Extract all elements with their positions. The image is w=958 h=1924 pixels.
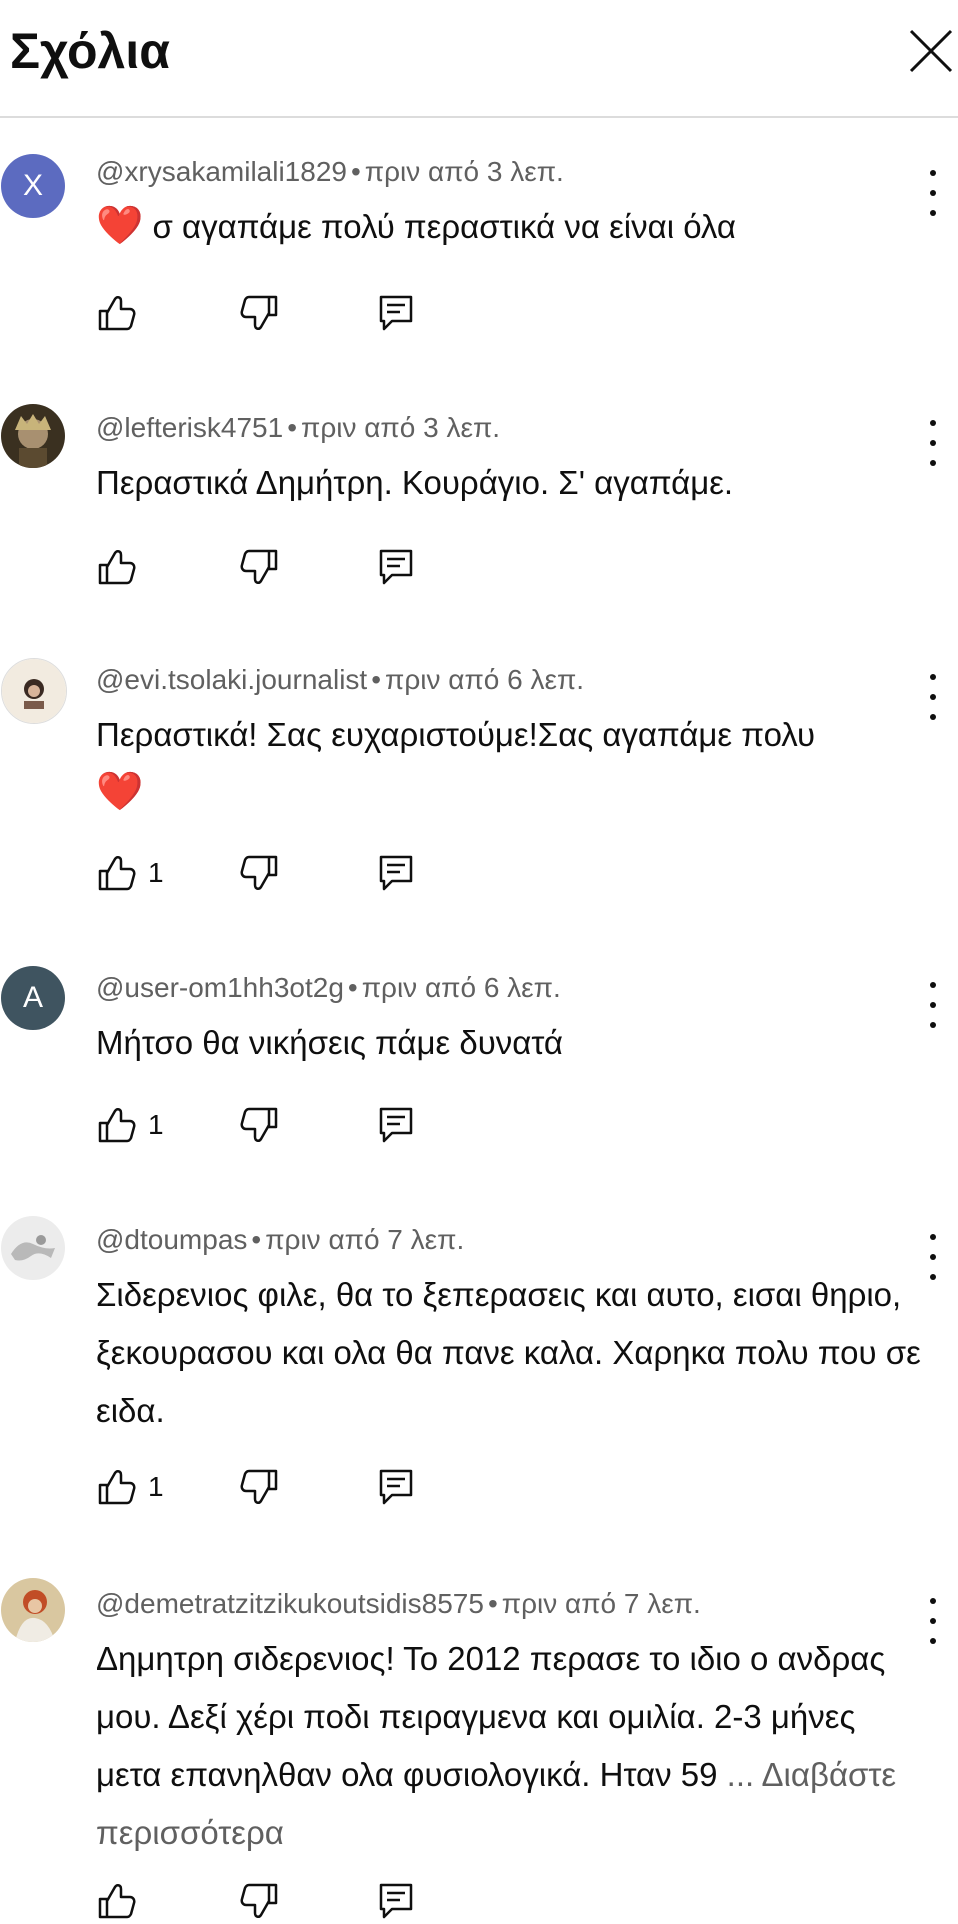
reply-button[interactable]	[376, 1878, 416, 1924]
avatar[interactable]	[1, 658, 67, 724]
comment-time: πριν από 6 λεπ.	[385, 664, 585, 695]
avatar-letter: A	[22, 981, 43, 1014]
reply-icon	[379, 855, 413, 891]
reply-button[interactable]	[376, 544, 416, 590]
thumb-up-icon	[98, 296, 136, 331]
comment-actions	[96, 1878, 496, 1924]
comment-meta: @lefterisk4751 • πριν από 3 λεπ.	[96, 412, 501, 443]
comment-time: πριν από 6 λεπ.	[361, 972, 561, 1003]
comment-author[interactable]: @demetratzitzikukoutsidis8575	[96, 1588, 484, 1619]
dislike-button[interactable]	[240, 1464, 280, 1510]
avatar[interactable]	[1, 1216, 65, 1280]
comment-text: Σιδερενιος φιλε, θα το ξεπερασεις και αυ…	[96, 1266, 926, 1440]
like-button[interactable]	[96, 1878, 148, 1924]
thumb-down-icon	[240, 1883, 278, 1918]
like-button[interactable]	[96, 544, 148, 590]
thumb-up-icon	[98, 1108, 136, 1143]
avatar[interactable]: X	[1, 154, 65, 218]
comment-meta: @evi.tsolaki.journalist • πριν από 6 λεπ.	[96, 664, 585, 695]
avatar-letter: X	[22, 169, 43, 202]
like-button[interactable]	[96, 290, 148, 336]
reply-icon	[379, 1883, 413, 1919]
thumb-down-icon	[240, 1107, 278, 1142]
dislike-button[interactable]	[240, 290, 280, 336]
heart-emoji: ❤️	[96, 205, 144, 247]
comment-author[interactable]: @dtoumpas	[96, 1224, 247, 1255]
comment-body: Σιδερενιος φιλε, θα το ξεπερασεις και αυ…	[96, 1276, 921, 1429]
thumb-up-icon	[98, 1884, 136, 1919]
comment-author[interactable]: @lefterisk4751	[96, 412, 283, 443]
reply-icon	[379, 1469, 413, 1505]
like-button[interactable]: 1	[96, 1102, 164, 1148]
avatar-image	[1, 1216, 65, 1280]
comment-actions: 1	[96, 850, 496, 896]
comment-meta: @demetratzitzikukoutsidis8575 • πριν από 7…	[96, 1588, 701, 1619]
comment-time: πριν από 3 λεπ.	[364, 156, 564, 187]
heart-emoji: ❤️	[96, 771, 144, 813]
comment-meta: @dtoumpas • πριν από 7 λεπ.	[96, 1224, 465, 1255]
comment-author[interactable]: @user-om1hh3ot2g	[96, 972, 344, 1003]
like-button[interactable]: 1	[96, 1464, 164, 1510]
comment-text: Δημητρη σιδερενιος! Το 2012 περασε το ιδ…	[96, 1630, 926, 1862]
reply-icon	[379, 295, 413, 331]
avatar-image	[1, 404, 65, 468]
like-count: 1	[148, 857, 164, 888]
comment-meta: @xrysakamilali1829 • πριν από 3 λεπ.	[96, 156, 564, 187]
like-button[interactable]: 1	[96, 850, 164, 896]
reply-icon	[379, 549, 413, 585]
thumb-down-icon	[240, 1469, 278, 1504]
comment-text: Περαστικά! Σας ευχαριστούμε!Σας αγαπάμε …	[96, 706, 926, 822]
comment-meta: @user-om1hh3ot2g • πριν από 6 λεπ.	[96, 972, 561, 1003]
thumb-up-icon	[98, 550, 136, 585]
avatar[interactable]	[1, 404, 65, 468]
comment-body: Περαστικά! Σας ευχαριστούμε!Σας αγαπάμε …	[96, 716, 816, 753]
reply-button[interactable]	[376, 850, 416, 896]
comment-actions: 1	[96, 1464, 496, 1510]
comment-body: σ αγαπάμε πολύ περαστικά να είναι όλα	[152, 208, 737, 245]
reply-icon	[379, 1107, 413, 1143]
comment-author[interactable]: @xrysakamilali1829	[96, 156, 347, 187]
comment-body: Περαστικά Δημήτρη. Κουράγιο. Σ' αγαπάμε.	[96, 464, 734, 501]
comment-time: πριν από 7 λεπ.	[501, 1588, 701, 1619]
reply-button[interactable]	[376, 1102, 416, 1148]
page-title: Σχόλια	[10, 23, 170, 79]
avatar[interactable]: A	[1, 966, 65, 1030]
comment-actions: 1	[96, 1102, 496, 1148]
thumb-down-icon	[240, 295, 278, 330]
comment-body: Μήτσο θα νικήσεις πάμε δυνατά	[96, 1024, 563, 1061]
thumb-down-icon	[240, 855, 278, 890]
like-count: 1	[148, 1109, 164, 1140]
reply-button[interactable]	[376, 1464, 416, 1510]
comment-text: ❤️ σ αγαπάμε πολύ περαστικά να είναι όλα	[96, 198, 926, 256]
comment-text: Μήτσο θα νικήσεις πάμε δυνατά	[96, 1014, 926, 1072]
thumb-up-icon	[98, 1470, 136, 1505]
dislike-button[interactable]	[240, 1102, 280, 1148]
close-icon[interactable]	[906, 26, 956, 76]
comment-text: Περαστικά Δημήτρη. Κουράγιο. Σ' αγαπάμε.	[96, 454, 926, 512]
avatar-image	[1, 1578, 65, 1642]
like-count: 1	[148, 1471, 164, 1502]
dislike-button[interactable]	[240, 1878, 280, 1924]
comment-actions	[96, 290, 496, 336]
avatar[interactable]	[1, 1578, 65, 1642]
avatar-image	[2, 659, 66, 723]
comment-author[interactable]: @evi.tsolaki.journalist	[96, 664, 367, 695]
dislike-button[interactable]	[240, 850, 280, 896]
comment-time: πριν από 7 λεπ.	[265, 1224, 465, 1255]
comments-header: Σχόλια	[0, 0, 958, 118]
comment-actions	[96, 544, 496, 590]
thumb-up-icon	[98, 856, 136, 891]
reply-button[interactable]	[376, 290, 416, 336]
thumb-down-icon	[240, 549, 278, 584]
dislike-button[interactable]	[240, 544, 280, 590]
comment-time: πριν από 3 λεπ.	[301, 412, 501, 443]
